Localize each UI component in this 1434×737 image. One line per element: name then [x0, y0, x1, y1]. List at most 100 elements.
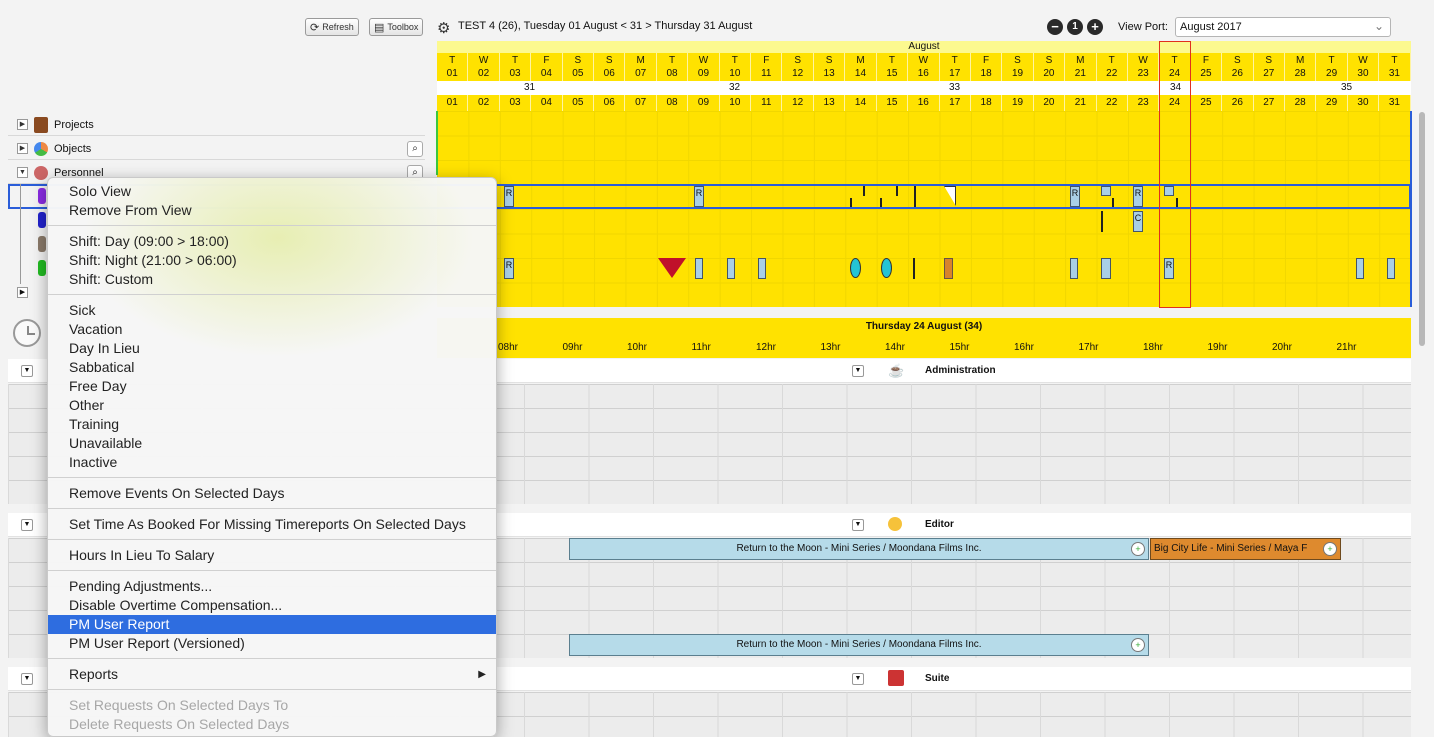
zoom-in-button[interactable]: + [1087, 19, 1103, 35]
day-number-row[interactable]: 01 02 03 04 05 06 07 08 09 10 11 12 13 14 15 16 17 18 19 20… [437, 95, 1411, 111]
day-column-header[interactable]: S 13 [814, 53, 846, 81]
day-number[interactable]: 18 [971, 95, 1003, 111]
menu-item-shift-night[interactable]: Shift: Night (21:00 > 06:00) [48, 251, 496, 270]
day-number[interactable]: 16 [908, 95, 940, 111]
day-number[interactable]: 29 [1316, 95, 1348, 111]
event-block[interactable] [727, 258, 735, 279]
dropdown-icon[interactable]: ▼ [21, 673, 33, 685]
day-number[interactable]: 20 [1034, 95, 1066, 111]
day-number[interactable]: 23 [1128, 95, 1160, 111]
menu-item-remove-from-view[interactable]: Remove From View [48, 201, 496, 220]
day-number[interactable]: 28 [1285, 95, 1317, 111]
menu-item-vacation[interactable]: Vacation [48, 320, 496, 339]
day-number[interactable]: 31 [1379, 95, 1411, 111]
day-column-header[interactable]: W 02 [468, 53, 500, 81]
menu-item-pm-user-report[interactable]: PM User Report [48, 615, 496, 634]
booking-bar[interactable]: Return to the Moon - Mini Series / Moond… [569, 538, 1149, 560]
clock-icon[interactable] [13, 319, 41, 347]
menu-item-solo-view[interactable]: Solo View [48, 182, 496, 201]
day-number[interactable]: 05 [563, 95, 595, 111]
day-number[interactable]: 22 [1097, 95, 1128, 111]
menu-item-inactive[interactable]: Inactive [48, 453, 496, 472]
day-column-header[interactable]: M 14 [845, 53, 877, 81]
day-column-header[interactable]: S 05 [563, 53, 595, 81]
disclosure-right-icon[interactable]: ▶ [17, 119, 28, 130]
menu-item-unavailable[interactable]: Unavailable [48, 434, 496, 453]
day-number[interactable]: 27 [1254, 95, 1285, 111]
day-column-header[interactable]: T 29 [1316, 53, 1348, 81]
day-column-header[interactable]: T 22 [1097, 53, 1128, 81]
refresh-button[interactable]: ⟳ Refresh [305, 18, 359, 36]
menu-item-shift-day[interactable]: Shift: Day (09:00 > 18:00) [48, 232, 496, 251]
event-block[interactable] [1387, 258, 1395, 279]
day-column-header[interactable]: T 15 [877, 53, 909, 81]
event-oval[interactable] [881, 258, 892, 278]
search-icon[interactable]: ⌕ [407, 141, 423, 157]
day-column-header[interactable]: T 17 [940, 53, 971, 81]
day-number[interactable]: 25 [1191, 95, 1223, 111]
day-column-header[interactable]: M 28 [1285, 53, 1317, 81]
day-number[interactable]: 26 [1222, 95, 1254, 111]
day-column-header[interactable]: W 16 [908, 53, 940, 81]
day-number[interactable]: 04 [531, 95, 563, 111]
day-column-header[interactable]: T 08 [657, 53, 689, 81]
day-column-header[interactable]: W 23 [1128, 53, 1160, 81]
zoom-out-button[interactable]: − [1047, 19, 1063, 35]
menu-item-other[interactable]: Other [48, 396, 496, 415]
day-number[interactable]: 07 [625, 95, 657, 111]
menu-item-shift-custom[interactable]: Shift: Custom [48, 270, 496, 289]
booking-bar-orange[interactable]: Big City Life - Mini Series / Maya F + [1150, 538, 1341, 560]
menu-item-day-in-lieu[interactable]: Day In Lieu [48, 339, 496, 358]
day-column-header[interactable]: T 01 [437, 53, 469, 81]
menu-item-disable-overtime[interactable]: Disable Overtime Compensation... [48, 596, 496, 615]
disclosure-down-icon[interactable]: ▼ [17, 167, 28, 178]
menu-item-pm-user-report-versioned[interactable]: PM User Report (Versioned) [48, 634, 496, 653]
day-number[interactable]: 08 [657, 95, 689, 111]
day-number[interactable]: 30 [1348, 95, 1380, 111]
event-oval[interactable] [850, 258, 861, 278]
dropdown-icon[interactable]: ▼ [21, 365, 33, 377]
tree-item-objects[interactable]: ▶ Objects ⌕ [8, 138, 425, 160]
day-column-header[interactable]: F 18 [971, 53, 1003, 81]
context-menu[interactable]: Solo View Remove From View Shift: Day (0… [47, 177, 497, 737]
day-number[interactable]: 03 [500, 95, 532, 111]
add-time-icon[interactable]: + [1323, 542, 1337, 556]
day-column-header[interactable]: F 11 [751, 53, 783, 81]
day-number[interactable]: 11 [751, 95, 783, 111]
day-column-header[interactable]: S 27 [1254, 53, 1285, 81]
day-column-header[interactable]: S 20 [1034, 53, 1066, 81]
disclosure-right-icon[interactable]: ▶ [17, 143, 28, 154]
zoom-reset-button[interactable]: 1 [1067, 19, 1083, 35]
toolbox-button[interactable]: ▤ Toolbox [369, 18, 424, 36]
day-column-header[interactable]: S 06 [594, 53, 626, 81]
dropdown-icon[interactable]: ▼ [21, 519, 33, 531]
disclosure-right-icon[interactable]: ▶ [17, 287, 28, 298]
day-number[interactable]: 10 [720, 95, 752, 111]
day-number[interactable]: 19 [1002, 95, 1034, 111]
day-number[interactable]: 13 [814, 95, 846, 111]
day-column-header[interactable]: W 09 [688, 53, 720, 81]
menu-item-sick[interactable]: Sick [48, 301, 496, 320]
day-number[interactable]: 17 [940, 95, 971, 111]
menu-item-set-time-booked[interactable]: Set Time As Booked For Missing Timerepor… [48, 515, 496, 534]
day-column-header[interactable]: T 31 [1379, 53, 1411, 81]
event-block-orange[interactable] [944, 258, 953, 279]
day-column-header[interactable]: F 04 [531, 53, 563, 81]
day-column-header[interactable]: S 19 [1002, 53, 1034, 81]
day-number[interactable]: 12 [782, 95, 814, 111]
gear-icon[interactable]: ⚙ [437, 19, 450, 37]
add-time-icon[interactable]: + [1131, 542, 1145, 556]
event-block[interactable]: R [504, 258, 514, 279]
menu-item-free-day[interactable]: Free Day [48, 377, 496, 396]
menu-item-sabbatical[interactable]: Sabbatical [48, 358, 496, 377]
menu-item-remove-events[interactable]: Remove Events On Selected Days [48, 484, 496, 503]
day-column-header[interactable]: T 03 [500, 53, 532, 81]
event-block[interactable] [1070, 258, 1078, 279]
personnel-schedule-grid[interactable] [437, 111, 1411, 307]
day-column-header[interactable]: M 07 [625, 53, 657, 81]
tree-item-projects[interactable]: ▶ Projects [8, 114, 425, 136]
day-column-header[interactable]: T 10 [720, 53, 752, 81]
viewport-select[interactable]: August 2017 ⌄ [1175, 17, 1391, 37]
day-column-header[interactable]: S 12 [782, 53, 814, 81]
dropdown-icon[interactable]: ▼ [852, 365, 864, 377]
